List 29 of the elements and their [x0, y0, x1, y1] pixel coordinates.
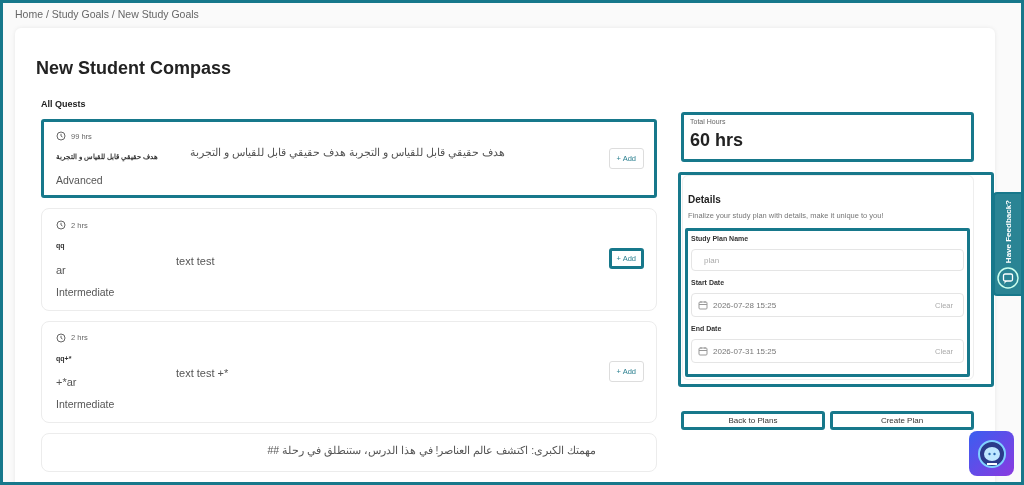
feedback-label: Have Feedback?	[1003, 200, 1013, 264]
quest-description: text test +*	[176, 367, 229, 382]
breadcrumb: Home / Study Goals / New Study Goals	[15, 8, 200, 20]
quest-description: text test	[176, 254, 215, 269]
quest-description: هدف حقيقي قابل للقياس و التجربة هدف حقيقي قابل للقياس و التجربة	[189, 146, 506, 161]
quest-description: مهمتك الكبرى: اكتشف عالم العناصر! في هذا الدرس، ستنطلق في رحلة ##	[266, 442, 596, 459]
total-hours-value: 60 hrs	[690, 130, 745, 151]
assistant-button[interactable]	[969, 431, 1014, 476]
quest-language: +*ar	[56, 375, 78, 388]
quest-level: Advanced	[56, 174, 104, 187]
clock-icon	[56, 131, 66, 141]
calendar-icon	[698, 346, 708, 356]
quest-language: ar	[56, 263, 67, 276]
action-button[interactable]: Back to Plans	[681, 411, 825, 430]
feedback-tab[interactable]: Have Feedback?	[993, 192, 1021, 296]
date-value: 2026-07-31 15:25	[713, 346, 777, 356]
quest-level: Intermediate	[56, 285, 116, 298]
clock-icon	[56, 332, 66, 343]
robot-icon	[976, 438, 1007, 469]
text-field[interactable]: plan	[691, 249, 964, 271]
clock-icon	[56, 220, 66, 231]
section-title: All Quests	[41, 99, 87, 109]
quest-level: Intermediate	[56, 397, 116, 410]
calendar-icon	[698, 300, 708, 310]
date-value: 2026-07-28 15:25	[713, 300, 777, 310]
details-title: Details	[688, 194, 722, 205]
chat-icon	[997, 267, 1019, 289]
action-button[interactable]: Create Plan	[830, 411, 974, 430]
page-title: New Student Compass	[36, 58, 233, 79]
